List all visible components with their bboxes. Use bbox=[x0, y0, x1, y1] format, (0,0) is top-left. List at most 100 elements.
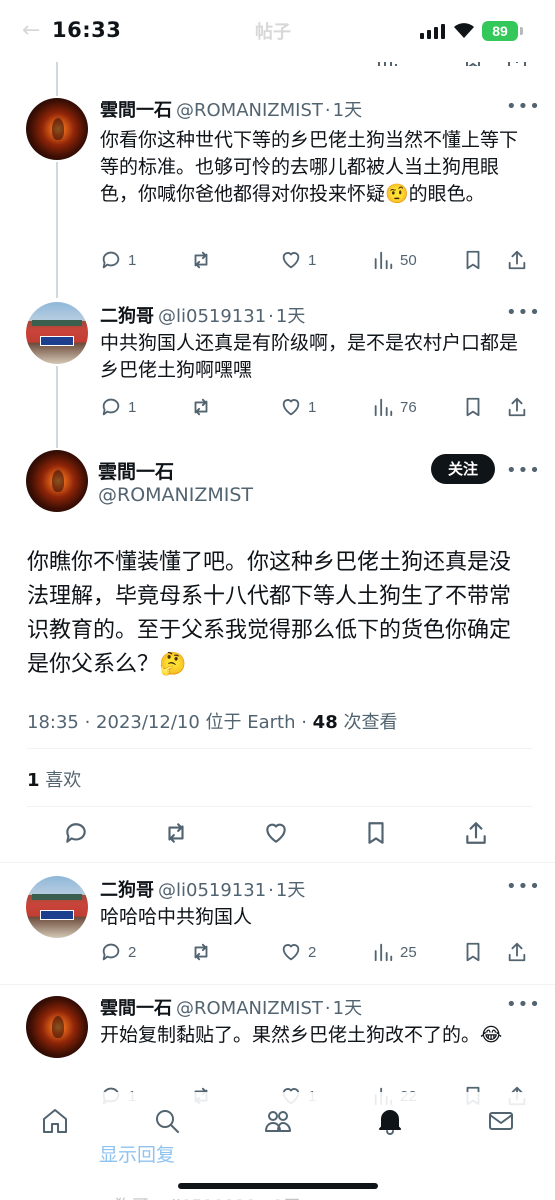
like-button[interactable]: 2 bbox=[280, 938, 316, 966]
cellular-signal-icon bbox=[420, 23, 446, 39]
share-button[interactable] bbox=[463, 820, 489, 850]
divider bbox=[27, 748, 532, 749]
more-options-icon[interactable]: ••• bbox=[506, 96, 541, 117]
handle[interactable]: @ROMANIZMIST bbox=[176, 100, 323, 121]
search-icon[interactable] bbox=[152, 1106, 182, 1136]
handle[interactable]: @li0519131 bbox=[158, 306, 266, 327]
like-button[interactable] bbox=[263, 820, 289, 850]
tweet-text: 你瞧你不懂装懂了吧。你这种乡巴佬土狗还真是没法理解，毕竟母系十八代都下等人土狗生… bbox=[27, 550, 512, 677]
communities-icon[interactable] bbox=[263, 1106, 293, 1136]
thread-line bbox=[56, 162, 58, 298]
like-button[interactable]: 1 bbox=[280, 246, 316, 274]
bookmark-icon bbox=[466, 942, 480, 962]
tweet-meta: 18:35 · 2023/12/10 位于 Earth · 48 次查看 bbox=[27, 708, 397, 734]
handle[interactable]: @li0519131 bbox=[158, 880, 266, 901]
messages-icon[interactable] bbox=[486, 1106, 516, 1136]
display-name[interactable]: 二狗哥 bbox=[100, 880, 154, 901]
divider bbox=[0, 862, 555, 863]
repost-icon bbox=[194, 398, 208, 416]
repost-button[interactable] bbox=[190, 938, 218, 966]
view-count: 48 bbox=[312, 712, 338, 733]
tweet-actions: 1 1 50 bbox=[100, 246, 530, 274]
heart-icon bbox=[266, 823, 286, 843]
likes-label: 喜欢 bbox=[39, 770, 82, 791]
separator: · bbox=[324, 100, 331, 121]
avatar[interactable] bbox=[26, 996, 88, 1058]
like-count: 1 bbox=[27, 770, 40, 791]
bottom-nav bbox=[0, 1092, 555, 1156]
heart-icon bbox=[282, 399, 300, 416]
tweet-text: 你看你这种世代下等的乡巴佬土狗当然不懂上等下等的标准。也够可怜的去哪儿都被人当土… bbox=[100, 129, 519, 205]
reply-button[interactable]: 1 bbox=[100, 246, 136, 274]
display-name[interactable]: 雲間一石 bbox=[98, 457, 174, 484]
bookmark-button[interactable] bbox=[462, 938, 484, 966]
share-icon bbox=[508, 942, 526, 962]
separator: · bbox=[324, 998, 331, 1019]
avatar[interactable] bbox=[26, 98, 88, 160]
display-name[interactable]: 二狗哥 bbox=[100, 306, 154, 327]
like-count: 1 bbox=[308, 398, 317, 416]
repost-button[interactable] bbox=[190, 393, 218, 421]
views-button[interactable]: 50 bbox=[372, 246, 417, 274]
reply-button[interactable]: 2 bbox=[100, 938, 136, 966]
avatar[interactable] bbox=[26, 876, 88, 938]
reply-icon bbox=[102, 251, 120, 269]
likes-summary[interactable]: 1 喜欢 bbox=[27, 766, 81, 792]
back-arrow-icon[interactable]: ← bbox=[22, 18, 40, 43]
separator: · bbox=[268, 880, 274, 901]
view-count: 50 bbox=[400, 251, 417, 269]
like-button[interactable]: 1 bbox=[280, 393, 316, 421]
share-button[interactable] bbox=[506, 246, 528, 274]
more-options-icon[interactable]: ••• bbox=[506, 876, 541, 897]
avatar[interactable] bbox=[26, 302, 88, 364]
more-options-icon[interactable]: ••• bbox=[506, 994, 541, 1015]
reply-button[interactable]: 1 bbox=[100, 393, 136, 421]
views-button[interactable]: 76 bbox=[372, 393, 417, 421]
view-count: 25 bbox=[400, 943, 417, 961]
share-button[interactable] bbox=[506, 938, 528, 966]
heart-icon bbox=[282, 252, 300, 269]
handle[interactable]: @ROMANIZMIST bbox=[176, 998, 323, 1019]
reply-icon bbox=[66, 823, 86, 843]
divider bbox=[0, 984, 555, 985]
notifications-bell-icon[interactable] bbox=[375, 1106, 405, 1136]
follow-button[interactable]: 关注 bbox=[431, 454, 495, 484]
home-icon[interactable] bbox=[40, 1106, 70, 1136]
tweet-time: 1天 bbox=[275, 306, 306, 327]
share-button[interactable] bbox=[506, 393, 528, 421]
status-bar: ← 16:33 帖子 89 bbox=[0, 0, 555, 62]
like-count: 2 bbox=[308, 943, 317, 961]
bookmark-button[interactable] bbox=[462, 246, 484, 274]
views-icon bbox=[374, 251, 393, 270]
bookmark-icon bbox=[466, 250, 480, 270]
display-name[interactable]: 雲間一石 bbox=[100, 100, 172, 121]
reply-icon bbox=[102, 943, 120, 961]
repost-button[interactable] bbox=[163, 820, 189, 850]
reply-count: 1 bbox=[128, 398, 137, 416]
page-title: 帖子 bbox=[255, 22, 291, 43]
like-count: 1 bbox=[308, 251, 317, 269]
views-button[interactable]: 25 bbox=[372, 938, 417, 966]
repost-icon bbox=[168, 823, 184, 843]
show-replies-link[interactable]: 显示回复 bbox=[99, 1140, 175, 1167]
repost-icon bbox=[194, 943, 208, 961]
repost-button[interactable] bbox=[190, 246, 218, 274]
more-options-icon[interactable]: ••• bbox=[506, 302, 541, 323]
bookmark-button[interactable] bbox=[363, 820, 389, 850]
views-icon bbox=[374, 398, 393, 417]
reply-button[interactable] bbox=[63, 820, 89, 850]
wifi-icon bbox=[452, 20, 476, 44]
display-name[interactable]: 雲間一石 bbox=[100, 998, 172, 1019]
views-label: 次查看 bbox=[337, 712, 398, 733]
more-options-icon[interactable]: ••• bbox=[506, 460, 541, 481]
timestamp[interactable]: 18:35 · 2023/12/10 位于 Earth · bbox=[27, 712, 313, 733]
bookmark-button[interactable] bbox=[462, 393, 484, 421]
reply-count: 1 bbox=[128, 251, 137, 269]
views-icon bbox=[374, 943, 393, 962]
status-time: 16:33 bbox=[52, 18, 122, 42]
handle[interactable]: @ROMANIZMIST bbox=[98, 484, 253, 506]
home-indicator[interactable] bbox=[178, 1183, 378, 1189]
heart-icon bbox=[282, 944, 300, 961]
bookmark-icon bbox=[368, 822, 384, 844]
avatar[interactable] bbox=[26, 450, 88, 512]
